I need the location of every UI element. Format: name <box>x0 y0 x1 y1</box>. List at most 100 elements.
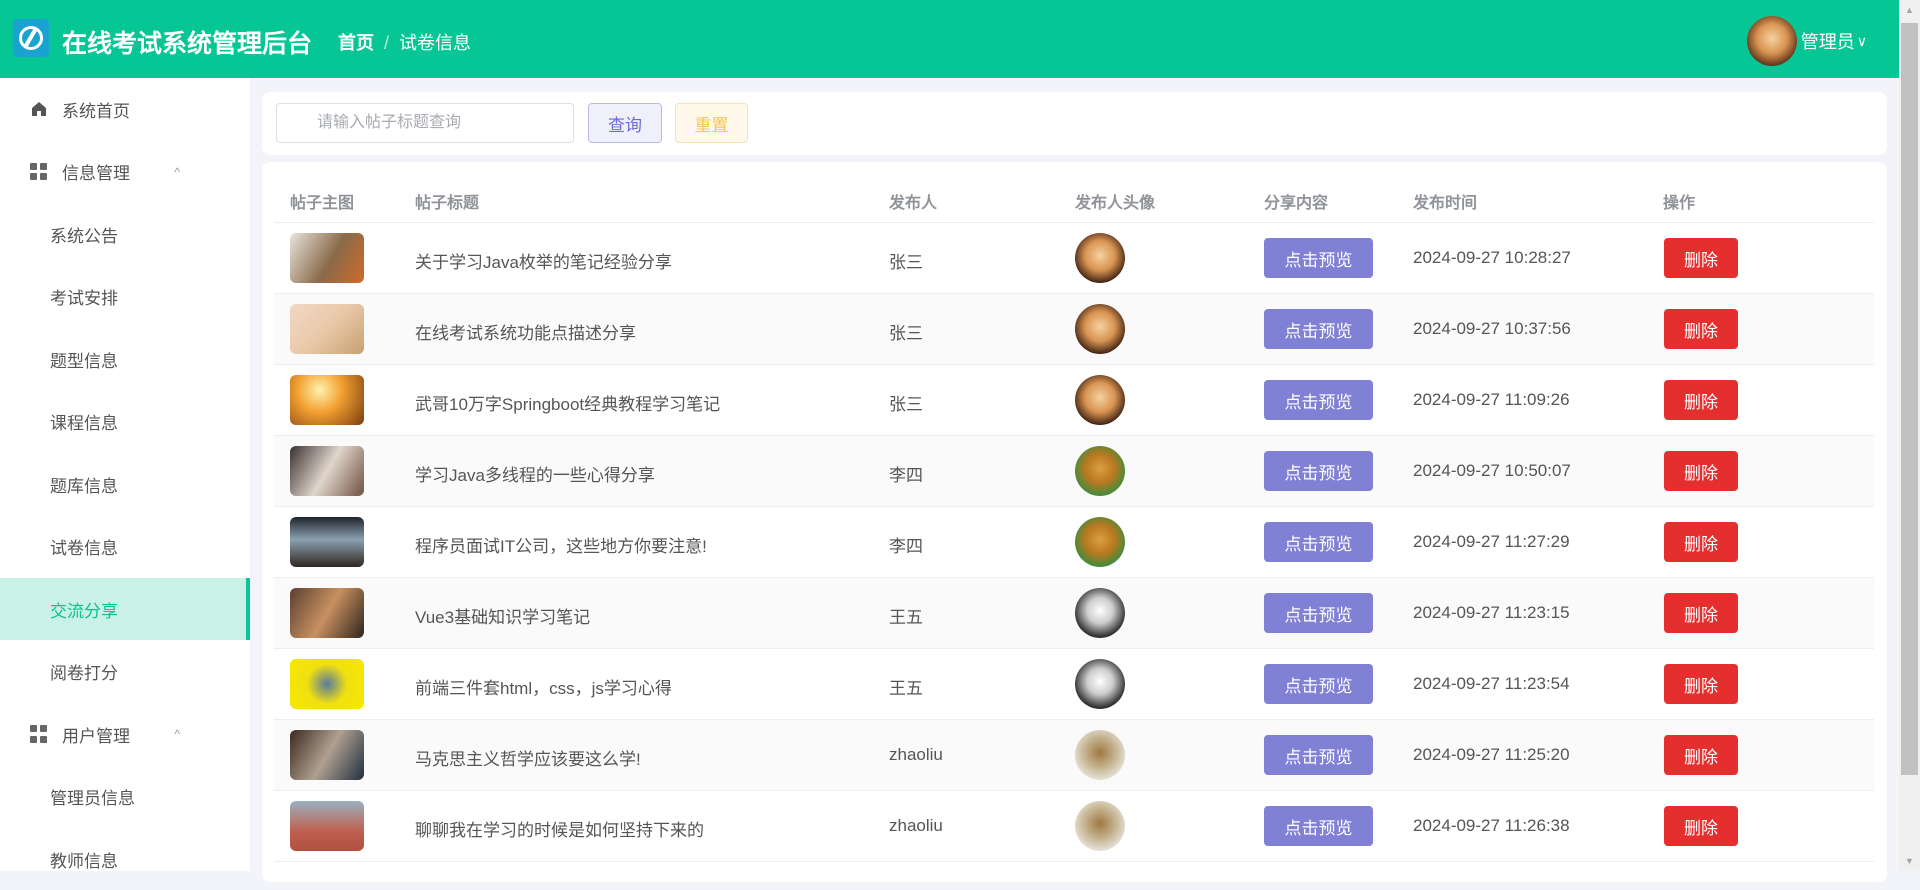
author-avatar <box>1075 801 1125 851</box>
col-header-content: 分享内容 <box>1264 195 1329 212</box>
sidebar-item-label: 用户管理 <box>62 726 130 746</box>
post-author: zhaoliu <box>889 745 943 764</box>
app-title: 在线考试系统管理后台 <box>62 30 313 58</box>
sidebar-item[interactable]: 阅卷打分 <box>0 641 250 703</box>
preview-button[interactable]: 点击预览 <box>1264 664 1373 704</box>
delete-button[interactable]: 删除 <box>1664 451 1738 491</box>
scroll-down-icon[interactable]: ▼ <box>1905 856 1914 866</box>
user-menu[interactable]: 管理员 ∨ <box>1746 16 1867 66</box>
chevron-up-icon: ^ <box>174 164 180 179</box>
delete-button[interactable]: 删除 <box>1664 238 1738 278</box>
sidebar-item[interactable]: 教师信息 <box>0 828 250 890</box>
post-author: 李四 <box>889 537 923 556</box>
sidebar-item-label: 题型信息 <box>50 351 118 371</box>
sidebar-item-label: 系统首页 <box>62 101 130 121</box>
sidebar-item[interactable]: 用户管理 ^ <box>0 703 250 765</box>
post-title: 程序员面试IT公司，这些地方你要注意! <box>415 537 707 556</box>
preview-button[interactable]: 点击预览 <box>1264 522 1373 562</box>
preview-button[interactable]: 点击预览 <box>1264 238 1373 278</box>
delete-button[interactable]: 删除 <box>1664 309 1738 349</box>
post-author: 王五 <box>889 679 923 698</box>
post-time: 2024-09-27 10:28:27 <box>1413 248 1571 267</box>
search-input[interactable] <box>276 103 574 143</box>
sidebar-item[interactable]: 试卷信息 <box>0 516 250 578</box>
post-thumbnail <box>290 730 364 780</box>
top-header: 在线考试系统管理后台 首页 / 试卷信息 管理员 ∨ <box>0 0 1899 78</box>
sidebar-item-label: 阅卷打分 <box>50 664 118 683</box>
preview-button[interactable]: 点击预览 <box>1264 451 1373 491</box>
sidebar-item-label: 考试安排 <box>50 289 118 308</box>
sidebar-item-label: 课程信息 <box>50 414 118 433</box>
query-button[interactable]: 查询 <box>588 103 662 143</box>
post-title: 前端三件套html，css，js学习心得 <box>415 679 672 698</box>
table-row: 程序员面试IT公司，这些地方你要注意! 李四 点击预览 2024-09-27 1… <box>274 507 1874 578</box>
sidebar-item-label: 试卷信息 <box>50 539 118 558</box>
post-author: 张三 <box>889 395 923 414</box>
reset-button[interactable]: 重置 <box>675 103 748 143</box>
sidebar-item[interactable]: 课程信息 <box>0 391 250 453</box>
breadcrumb: 首页 / 试卷信息 <box>338 29 471 55</box>
breadcrumb-separator: / <box>384 33 390 53</box>
post-thumbnail <box>290 588 364 638</box>
breadcrumb-home[interactable]: 首页 <box>338 33 374 53</box>
author-avatar <box>1075 588 1125 638</box>
author-avatar <box>1075 304 1125 354</box>
post-time: 2024-09-27 11:26:38 <box>1413 816 1570 835</box>
scrollbar[interactable]: ▲ ▼ <box>1899 0 1920 871</box>
delete-button[interactable]: 删除 <box>1664 522 1738 562</box>
scroll-up-icon[interactable]: ▲ <box>1905 5 1914 15</box>
delete-button[interactable]: 删除 <box>1664 735 1738 775</box>
post-thumbnail <box>290 233 364 283</box>
table-row: 在线考试系统功能点描述分享 张三 点击预览 2024-09-27 10:37:5… <box>274 294 1874 365</box>
delete-button[interactable]: 删除 <box>1664 806 1738 846</box>
user-name: 管理员 <box>1800 32 1855 52</box>
sidebar-item[interactable]: 系统首页 <box>0 78 250 140</box>
post-time: 2024-09-27 10:50:07 <box>1413 461 1571 480</box>
preview-button[interactable]: 点击预览 <box>1264 735 1373 775</box>
post-title: 关于学习Java枚举的笔记经验分享 <box>415 253 672 272</box>
post-author: 李四 <box>889 466 923 485</box>
sidebar-item[interactable]: 管理员信息 <box>0 766 250 828</box>
author-avatar <box>1075 659 1125 709</box>
post-author: 张三 <box>889 324 923 343</box>
delete-button[interactable]: 删除 <box>1664 380 1738 420</box>
author-avatar <box>1075 517 1125 567</box>
post-title: 聊聊我在学习的时候是如何坚持下来的 <box>415 821 704 840</box>
delete-button[interactable]: 删除 <box>1664 593 1738 633</box>
post-title: Vue3基础知识学习笔记 <box>415 608 591 627</box>
sidebar-item[interactable]: 交流分享 <box>0 578 250 640</box>
preview-button[interactable]: 点击预览 <box>1264 380 1373 420</box>
sidebar-item[interactable]: 信息管理 ^ <box>0 141 250 203</box>
preview-button[interactable]: 点击预览 <box>1264 806 1373 846</box>
delete-button[interactable]: 删除 <box>1664 664 1738 704</box>
author-avatar <box>1075 730 1125 780</box>
col-header-author: 发布人 <box>889 195 938 212</box>
sidebar-item[interactable]: 系统公告 <box>0 203 250 265</box>
table-row: 聊聊我在学习的时候是如何坚持下来的 zhaoliu 点击预览 2024-09-2… <box>274 791 1874 862</box>
scrollbar-thumb[interactable] <box>1901 23 1918 775</box>
preview-button[interactable]: 点击预览 <box>1264 309 1373 349</box>
post-time: 2024-09-27 11:25:20 <box>1413 745 1570 764</box>
post-thumbnail <box>290 659 364 709</box>
breadcrumb-current: 试卷信息 <box>399 33 472 53</box>
post-author: 张三 <box>889 253 923 272</box>
sidebar-item-label: 教师信息 <box>50 851 118 871</box>
table-row: 马克思主义哲学应该要这么学! zhaoliu 点击预览 2024-09-27 1… <box>274 720 1874 791</box>
author-avatar <box>1075 375 1125 425</box>
preview-button[interactable]: 点击预览 <box>1264 593 1373 633</box>
col-header-title: 帖子标题 <box>415 195 480 212</box>
author-avatar <box>1075 446 1125 496</box>
table-row: 关于学习Java枚举的笔记经验分享 张三 点击预览 2024-09-27 10:… <box>274 223 1874 294</box>
sidebar-item[interactable]: 题型信息 <box>0 328 250 390</box>
col-header-time: 发布时间 <box>1413 195 1478 212</box>
grid-icon <box>30 725 48 743</box>
sidebar-item[interactable]: 题库信息 <box>0 453 250 515</box>
post-thumbnail <box>290 517 364 567</box>
table-row: 武哥10万字Springboot经典教程学习笔记 张三 点击预览 2024-09… <box>274 365 1874 436</box>
search-bar: 查询 重置 <box>262 92 1887 155</box>
post-title: 学习Java多线程的一些心得分享 <box>415 466 655 485</box>
post-title: 武哥10万字Springboot经典教程学习笔记 <box>415 395 721 414</box>
sidebar-item-label: 管理员信息 <box>50 789 135 808</box>
post-time: 2024-09-27 10:37:56 <box>1413 319 1571 338</box>
sidebar-item[interactable]: 考试安排 <box>0 266 250 328</box>
